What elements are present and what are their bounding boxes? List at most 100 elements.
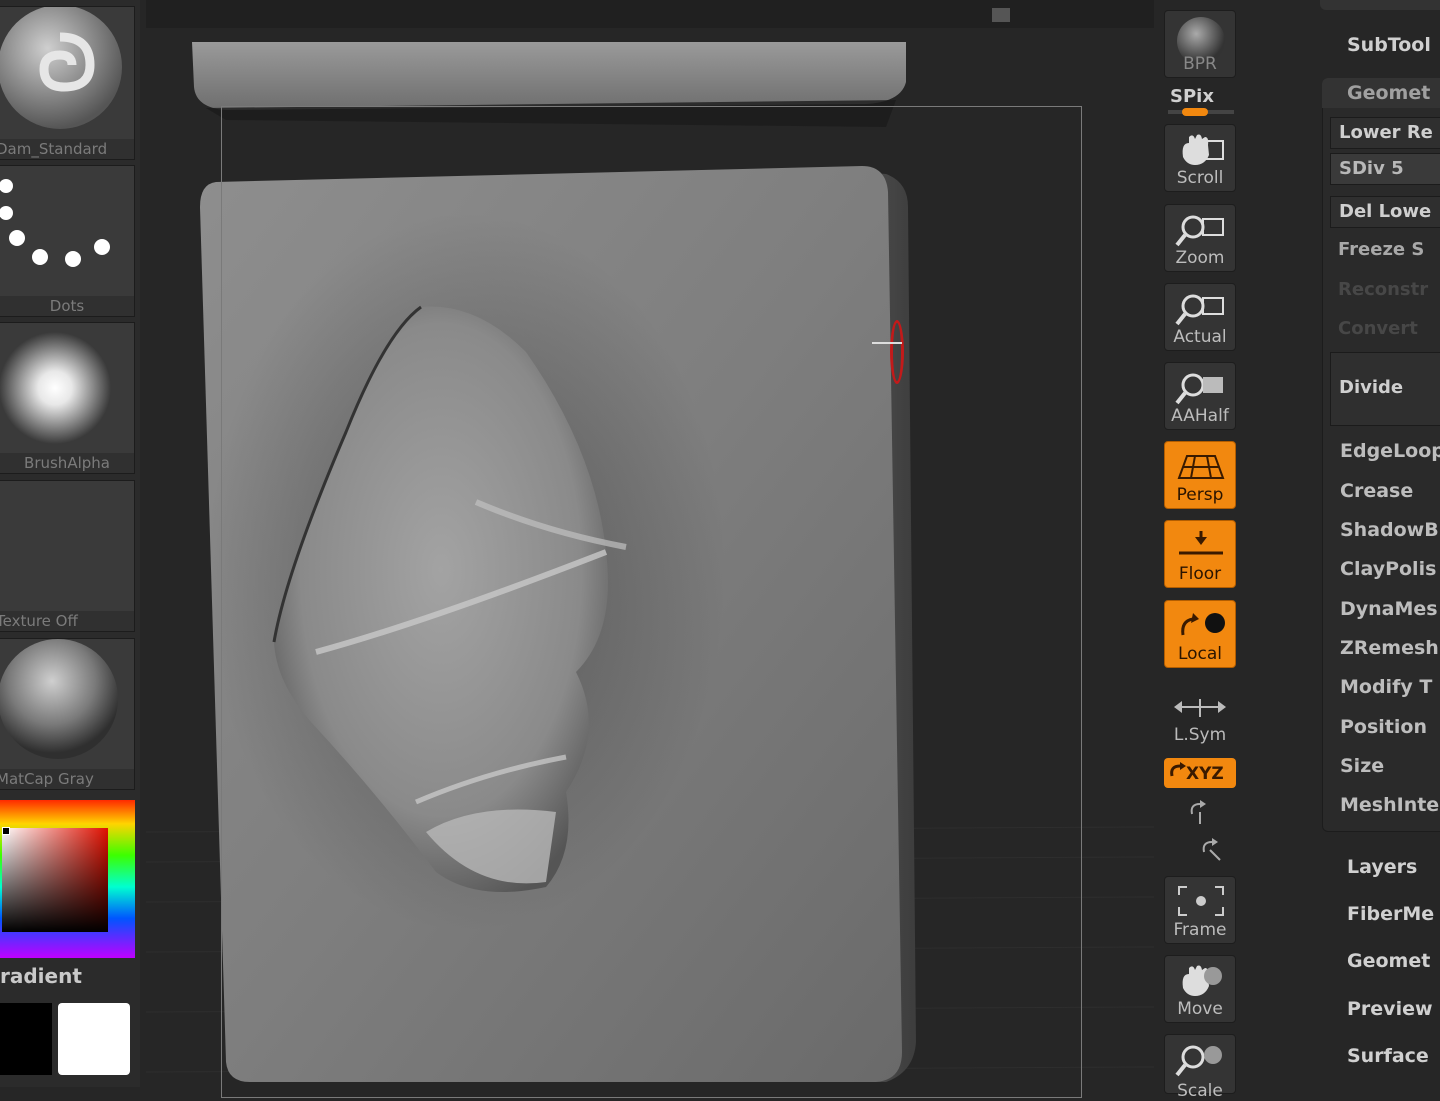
scale-label: Scale [1177, 1081, 1223, 1101]
frame-corners-icon [1178, 886, 1224, 916]
edgeloop-item[interactable]: EdgeLoop [1340, 440, 1440, 462]
gradient-label: radient [0, 964, 82, 988]
del-lower-button[interactable]: Del Lowe [1330, 196, 1440, 228]
modify-topology-item[interactable]: Modify T [1340, 676, 1432, 698]
lsym-label: L.Sym [1173, 725, 1227, 745]
fibermesh-section[interactable]: FiberMe [1347, 903, 1434, 925]
local-label: Local [1177, 644, 1223, 664]
brush-selector[interactable]: Dam_Standard [0, 6, 135, 160]
material-sphere-icon [0, 639, 118, 759]
local-button[interactable]: Local [1164, 600, 1236, 668]
stroke-selector[interactable]: Dots [0, 165, 135, 317]
move-button[interactable]: Move [1164, 955, 1236, 1023]
actual-button[interactable]: Actual [1164, 283, 1236, 351]
subtool-title[interactable]: SubTool [1347, 34, 1431, 56]
rotate-y-icon [1190, 800, 1206, 824]
frame-button[interactable]: Frame [1164, 876, 1236, 944]
del-lower-label: Del Lowe [1339, 201, 1432, 222]
texture-label: Texture Off [0, 611, 134, 631]
aahalf-icon [1175, 373, 1223, 405]
rotate-xyz-icon [1170, 762, 1186, 777]
texture-selector[interactable]: Texture Off [0, 480, 135, 632]
xyz-label: XYZ [1186, 764, 1224, 784]
panel-top-edge [1320, 0, 1440, 10]
alpha-selector[interactable]: BrushAlpha [0, 322, 135, 474]
rotate-z-icon [1202, 838, 1221, 861]
secondary-color-swatch[interactable] [58, 1003, 130, 1075]
bpr-label: BPR [1183, 54, 1217, 74]
divide-label: Divide [1339, 377, 1404, 398]
persp-button[interactable]: Persp [1164, 441, 1236, 509]
dynamesh-item[interactable]: DynaMes [1340, 598, 1438, 620]
floor-label: Floor [1178, 564, 1222, 584]
position-item[interactable]: Position [1340, 716, 1427, 738]
local-rotate-icon [1181, 613, 1225, 636]
reconstruct-label: Reconstr [1338, 279, 1429, 300]
alpha-icon [0, 332, 111, 444]
divide-button[interactable]: Divide [1330, 352, 1440, 426]
shadowbox-item[interactable]: ShadowB [1340, 519, 1439, 541]
size-item[interactable]: Size [1340, 755, 1384, 777]
convert-label: Convert [1338, 318, 1418, 339]
bpr-button[interactable]: BPR [1164, 10, 1236, 78]
brush-icon [0, 7, 122, 129]
spix-slider[interactable] [1168, 108, 1234, 116]
reconstruct-button: Reconstr [1330, 275, 1440, 307]
scroll-button[interactable]: Scroll [1164, 124, 1236, 192]
lower-res-button[interactable]: Lower Re [1330, 117, 1440, 149]
convert-button: Convert [1330, 314, 1440, 346]
symmetry-arrows-icon [1174, 699, 1226, 717]
move-label: Move [1177, 999, 1223, 1019]
sdiv-label: SDiv 5 [1339, 158, 1404, 179]
preview-section[interactable]: Preview [1347, 998, 1433, 1020]
actual-label: Actual [1173, 327, 1227, 347]
zoom-magnifier-icon [1175, 215, 1224, 247]
zremesher-item[interactable]: ZRemesh [1340, 637, 1439, 659]
brush-cursor [890, 320, 904, 384]
hand-scroll-icon [1182, 134, 1224, 165]
layers-section[interactable]: Layers [1347, 856, 1417, 878]
scale-button[interactable]: Scale [1164, 1034, 1236, 1101]
brush-label: Dam_Standard [0, 139, 134, 159]
crease-item[interactable]: Crease [1340, 480, 1413, 502]
color-square[interactable] [2, 828, 108, 932]
spix-slider-fill [1182, 108, 1208, 116]
floor-icon [1179, 531, 1223, 555]
perspective-grid-icon [1177, 455, 1225, 479]
color-cursor [2, 827, 10, 835]
geometry-header[interactable]: Geomet [1347, 82, 1430, 104]
dots-stroke-icon [0, 179, 110, 267]
crosshair-cursor [872, 342, 902, 344]
xyz-button[interactable]: XYZ [1164, 758, 1236, 788]
surface-section[interactable]: Surface [1347, 1045, 1429, 1067]
zoom-button[interactable]: Zoom [1164, 204, 1236, 272]
sdiv-slider[interactable]: SDiv 5 [1330, 153, 1440, 185]
freeze-button[interactable]: Freeze S [1330, 235, 1440, 267]
viewport-top-bar [146, 0, 1154, 28]
lower-res-label: Lower Re [1339, 122, 1433, 143]
main-color-swatch[interactable] [0, 1003, 52, 1075]
freeze-label: Freeze S [1338, 239, 1425, 260]
meshintegrity-item[interactable]: MeshInte [1340, 794, 1439, 816]
floor-button[interactable]: Floor [1164, 520, 1236, 588]
aahalf-button[interactable]: AAHalf [1164, 362, 1236, 430]
geometry-hd-section[interactable]: Geomet [1347, 950, 1430, 972]
rotate-z-button[interactable] [1198, 836, 1226, 864]
color-picker[interactable] [0, 800, 135, 958]
actual-size-icon [1175, 294, 1224, 326]
frame-label: Frame [1173, 920, 1227, 940]
scroll-handle[interactable] [992, 8, 1010, 22]
material-selector[interactable]: MatCap Gray [0, 638, 135, 790]
rotate-y-button[interactable] [1186, 798, 1214, 826]
claypolish-item[interactable]: ClayPolis [1340, 558, 1436, 580]
zoom-label: Zoom [1175, 248, 1225, 268]
lsym-button[interactable]: L.Sym [1164, 695, 1236, 745]
document-frame [221, 106, 1082, 1098]
aahalf-label: AAHalf [1171, 406, 1229, 426]
stroke-label: Dots [0, 296, 134, 316]
alpha-label: BrushAlpha [0, 453, 134, 473]
spix-label: SPix [1170, 86, 1214, 107]
move-hand-icon [1182, 965, 1222, 996]
material-label: MatCap Gray [0, 769, 134, 789]
persp-label: Persp [1176, 485, 1224, 505]
